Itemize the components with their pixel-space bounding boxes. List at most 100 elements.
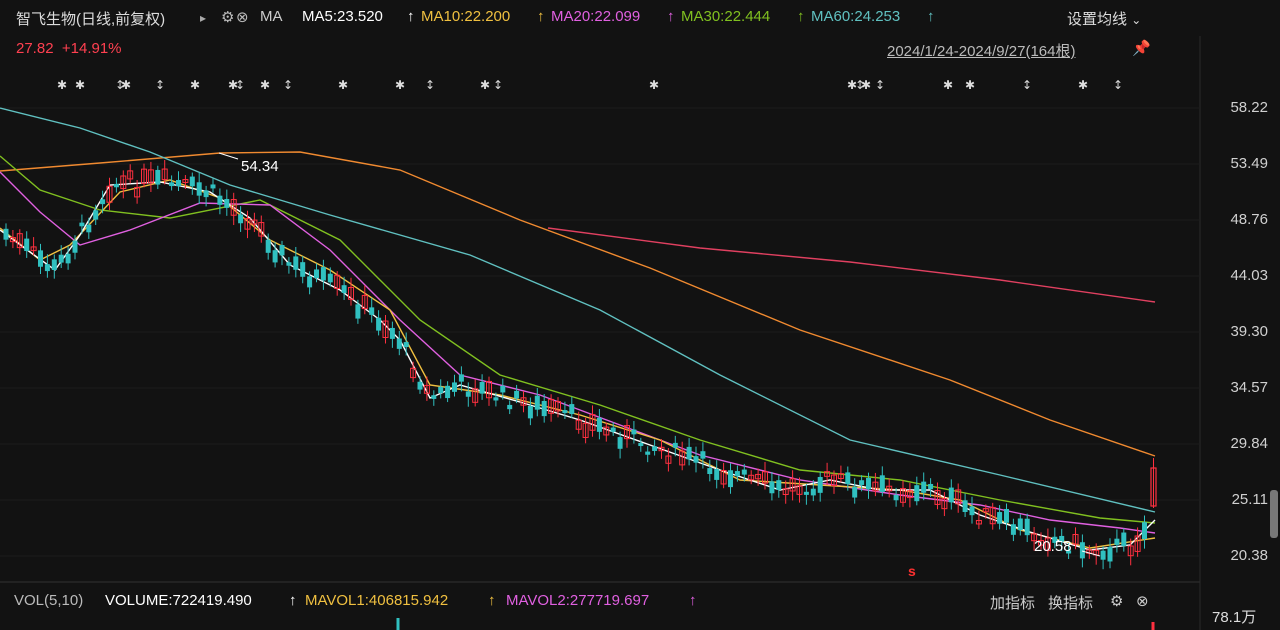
candle-body bbox=[728, 470, 733, 488]
price-tick: 39.30 bbox=[1230, 323, 1268, 340]
scrollbar[interactable] bbox=[1270, 490, 1278, 538]
event-marker-icon[interactable]: ↕ bbox=[155, 78, 165, 92]
kline-chart[interactable]: ✱ ✱ ↕✱ ↕ ✱ ✱↕ ✱ ↕ ✱ ✱ ↕ ✱ ↕ ✱ ✱↕✱ ↕ ✱ ✱ ↕ ✱ ↕ bbox=[0, 0, 1280, 630]
event-marker-icon[interactable]: ✱ bbox=[75, 78, 85, 92]
candle-body bbox=[465, 391, 471, 397]
candle-body bbox=[417, 381, 423, 390]
sell-signal-marker[interactable]: s bbox=[908, 563, 916, 579]
candle-body bbox=[714, 469, 720, 480]
candle-body bbox=[962, 500, 968, 513]
event-marker-icon[interactable]: ✱ bbox=[260, 78, 270, 92]
volume-arrow-icon: ↑ bbox=[289, 592, 297, 609]
candlesticks bbox=[3, 159, 1157, 630]
ma-settings-button[interactable]: 设置均线 ⌄ bbox=[1067, 8, 1141, 29]
candle-body bbox=[631, 429, 637, 435]
candle-body bbox=[928, 483, 934, 490]
candle-body bbox=[776, 480, 782, 490]
stock-title[interactable]: 智飞生物(日线,前复权) bbox=[16, 8, 165, 29]
event-marker-icon[interactable]: ↕ bbox=[1022, 78, 1032, 92]
close-icon[interactable]: ⊗ bbox=[1136, 592, 1149, 610]
candle-body bbox=[369, 307, 375, 315]
ma10-arrow-icon: ↑ bbox=[537, 8, 545, 25]
event-marker-icon[interactable]: ✱ bbox=[1078, 78, 1088, 92]
candle-body bbox=[734, 471, 740, 477]
event-marker-icon[interactable]: ✱ bbox=[943, 78, 953, 92]
candle-body bbox=[355, 304, 361, 319]
candle-body bbox=[176, 179, 181, 187]
event-marker-icon[interactable]: ✱ bbox=[121, 78, 131, 92]
add-indicator-button[interactable]: 加指标 bbox=[990, 592, 1035, 613]
candle-body bbox=[1121, 532, 1127, 547]
candle-body bbox=[307, 276, 313, 288]
candle-body bbox=[286, 262, 292, 266]
expand-arrow-icon[interactable]: ▸ bbox=[200, 11, 206, 25]
vol-label[interactable]: VOL(5,10) bbox=[14, 592, 83, 609]
low-price-label: 20.58 bbox=[1034, 538, 1072, 555]
candle-body bbox=[403, 342, 409, 348]
date-range[interactable]: 2024/1/24-2024/9/27(164根) bbox=[887, 40, 1075, 61]
candle-body bbox=[376, 317, 382, 331]
candle-body bbox=[24, 238, 30, 252]
event-marker-icon[interactable]: ↕ bbox=[425, 78, 435, 92]
event-marker-icon[interactable]: ✱ bbox=[965, 78, 975, 92]
candle-body bbox=[803, 491, 809, 495]
mavol1-value: MAVOL1:406815.942 bbox=[305, 592, 449, 609]
event-marker-icon[interactable]: ↕ bbox=[283, 78, 293, 92]
event-marker-icon[interactable]: ↕ bbox=[875, 78, 885, 92]
candle-body bbox=[38, 250, 43, 267]
event-marker-icon[interactable]: ↕ bbox=[1113, 78, 1123, 92]
event-marker-icon[interactable]: ✱ bbox=[57, 78, 67, 92]
candle-body bbox=[845, 472, 851, 485]
candle-body bbox=[541, 400, 547, 417]
candle-body bbox=[527, 405, 533, 419]
event-marker-icon[interactable]: ↕ bbox=[235, 78, 245, 92]
event-marker-icon[interactable]: ✱ bbox=[861, 78, 871, 92]
high-price-label: 54.34 bbox=[241, 158, 279, 175]
chevron-down-icon: ⌄ bbox=[1131, 13, 1142, 27]
event-marker-icon[interactable]: ✱ bbox=[395, 78, 405, 92]
candle-body bbox=[700, 451, 706, 459]
candle-body bbox=[3, 228, 9, 240]
price-tick: 53.49 bbox=[1230, 155, 1268, 172]
candle-body bbox=[707, 468, 713, 475]
candle-body bbox=[672, 442, 678, 448]
candle-body bbox=[279, 245, 285, 256]
candle-body bbox=[396, 338, 402, 349]
candle-body bbox=[769, 481, 775, 494]
close-icon[interactable]: ⊗ bbox=[236, 8, 249, 26]
candle-body bbox=[596, 417, 602, 432]
candle-body bbox=[58, 254, 64, 263]
event-marker-icon[interactable]: ✱ bbox=[649, 78, 659, 92]
candle-body bbox=[196, 182, 202, 196]
gear-icon[interactable]: ⚙ bbox=[1110, 592, 1123, 610]
candle-body bbox=[217, 195, 223, 205]
candle-body bbox=[652, 446, 658, 451]
event-marker-icon[interactable]: ✱ bbox=[480, 78, 490, 92]
event-markers: ✱ ✱ ↕✱ ↕ ✱ ✱↕ ✱ ↕ ✱ ✱ ↕ ✱ ↕ ✱ ✱↕✱ ↕ ✱ ✱ ↕ ✱ ↕ bbox=[57, 78, 1123, 92]
candle-body bbox=[1107, 546, 1113, 562]
event-marker-icon[interactable]: ✱ bbox=[338, 78, 348, 92]
ma250-line bbox=[547, 227, 1156, 303]
high-arrow bbox=[218, 152, 239, 160]
gear-icon[interactable]: ⚙ bbox=[221, 8, 234, 26]
ma5-line bbox=[0, 181, 1156, 551]
candle-body bbox=[51, 259, 57, 271]
ma60-arrow-icon: ↑ bbox=[927, 8, 935, 25]
event-marker-icon[interactable]: ✱ bbox=[190, 78, 200, 92]
candle-body bbox=[859, 480, 865, 485]
event-marker-icon[interactable]: ↕ bbox=[493, 78, 503, 92]
candle-body bbox=[169, 182, 175, 187]
candle-body bbox=[100, 199, 106, 205]
switch-indicator-button[interactable]: 换指标 bbox=[1048, 592, 1093, 613]
pin-icon[interactable]: 📌 bbox=[1132, 39, 1151, 57]
candle-body bbox=[562, 410, 568, 414]
candle-body bbox=[645, 451, 651, 455]
candle-body bbox=[93, 210, 99, 220]
candle-body bbox=[320, 267, 326, 281]
candle-body bbox=[72, 240, 78, 253]
candle-body bbox=[500, 385, 506, 393]
candle-body bbox=[1142, 522, 1147, 540]
candle-body bbox=[1004, 508, 1009, 523]
price-tick: 20.38 bbox=[1230, 547, 1268, 564]
candle-body bbox=[852, 486, 858, 498]
